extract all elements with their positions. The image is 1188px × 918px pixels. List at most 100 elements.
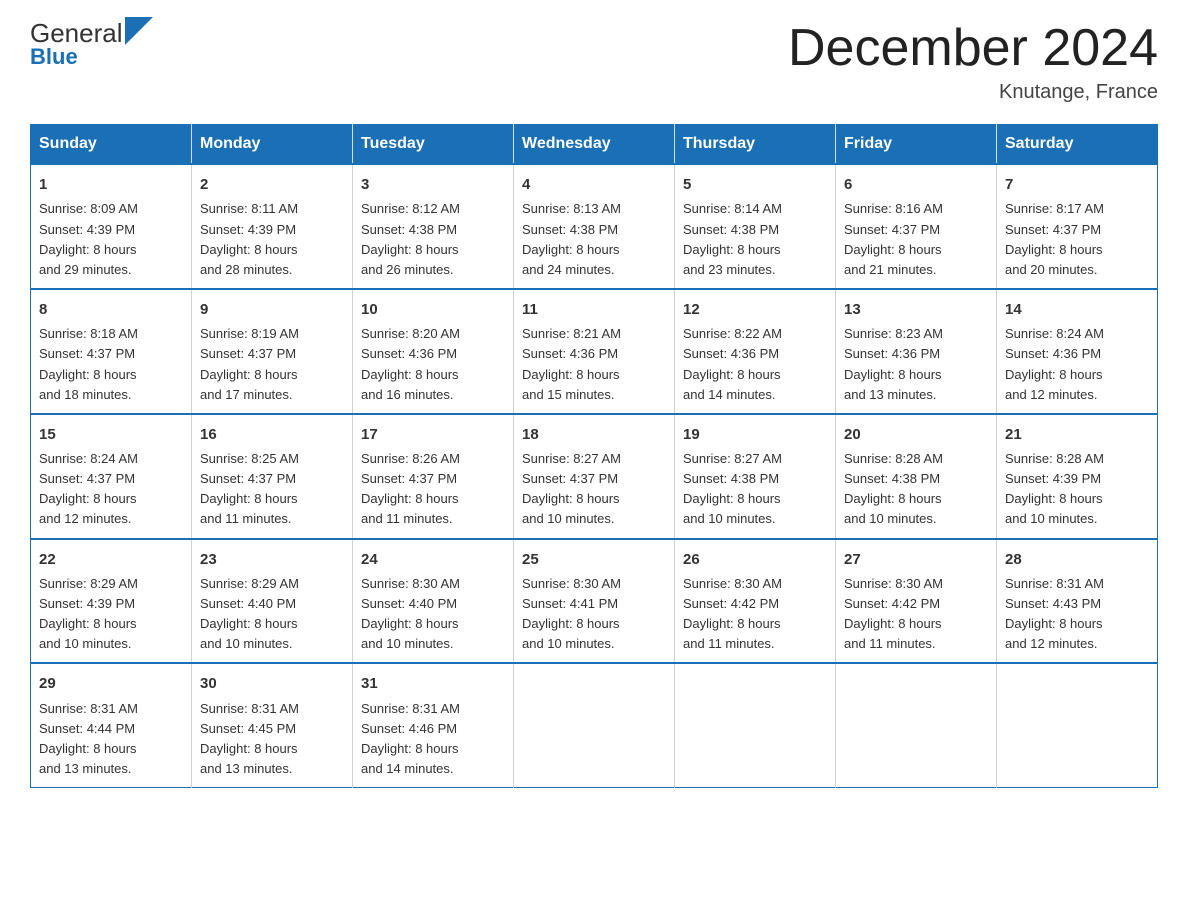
calendar-cell: 30 Sunrise: 8:31 AMSunset: 4:45 PMDayligh… xyxy=(192,663,353,787)
day-info: Sunrise: 8:29 AMSunset: 4:39 PMDaylight:… xyxy=(39,574,183,655)
weekday-header-wednesday: Wednesday xyxy=(514,125,675,165)
logo-icon xyxy=(125,17,153,45)
calendar-cell: 17 Sunrise: 8:26 AMSunset: 4:37 PMDayligh… xyxy=(353,414,514,539)
day-number: 8 xyxy=(39,298,183,321)
day-number: 24 xyxy=(361,548,505,571)
day-info: Sunrise: 8:27 AMSunset: 4:37 PMDaylight:… xyxy=(522,449,666,530)
calendar-week-row: 8 Sunrise: 8:18 AMSunset: 4:37 PMDaylight… xyxy=(31,289,1158,414)
calendar-cell: 13 Sunrise: 8:23 AMSunset: 4:36 PMDayligh… xyxy=(836,289,997,414)
weekday-row: SundayMondayTuesdayWednesdayThursdayFrid… xyxy=(31,125,1158,165)
calendar-cell: 23Sunrise: 8:29 AMSunset: 4:40 PMDayligh… xyxy=(192,539,353,664)
day-info: Sunrise: 8:31 AMSunset: 4:43 PMDaylight:… xyxy=(1005,574,1149,655)
day-info: Sunrise: 8:23 AMSunset: 4:36 PMDaylight:… xyxy=(844,324,988,405)
calendar-cell: 7Sunrise: 8:17 AMSunset: 4:37 PMDaylight… xyxy=(997,164,1158,289)
day-number: 30 xyxy=(200,672,344,695)
day-info: Sunrise: 8:24 AMSunset: 4:37 PMDaylight:… xyxy=(39,449,183,530)
day-info: Sunrise: 8:11 AMSunset: 4:39 PMDaylight:… xyxy=(200,199,344,280)
day-number: 21 xyxy=(1005,423,1149,446)
day-info: Sunrise: 8:30 AMSunset: 4:42 PMDaylight:… xyxy=(683,574,827,655)
calendar-cell xyxy=(514,663,675,787)
day-number: 22 xyxy=(39,548,183,571)
day-number: 9 xyxy=(200,298,344,321)
day-number: 27 xyxy=(844,548,988,571)
calendar-cell: 24 Sunrise: 8:30 AMSunset: 4:40 PMDayligh… xyxy=(353,539,514,664)
logo: General Blue xyxy=(30,20,153,70)
weekday-header-thursday: Thursday xyxy=(675,125,836,165)
day-info: Sunrise: 8:21 AMSunset: 4:36 PMDaylight:… xyxy=(522,324,666,405)
day-info: Sunrise: 8:29 AMSunset: 4:40 PMDaylight:… xyxy=(200,574,344,655)
calendar-cell xyxy=(836,663,997,787)
page-header: General Blue December 2024 Knutange, Fra… xyxy=(30,20,1158,104)
calendar-week-row: 22 Sunrise: 8:29 AMSunset: 4:39 PMDayligh… xyxy=(31,539,1158,664)
weekday-header-tuesday: Tuesday xyxy=(353,125,514,165)
day-number: 2 xyxy=(200,173,344,196)
day-info: Sunrise: 8:19 AMSunset: 4:37 PMDaylight:… xyxy=(200,324,344,405)
day-number: 28 xyxy=(1005,548,1149,571)
day-info: Sunrise: 8:14 AMSunset: 4:38 PMDaylight:… xyxy=(683,199,827,280)
calendar-week-row: 1 Sunrise: 8:09 AMSunset: 4:39 PMDaylight… xyxy=(31,164,1158,289)
day-number: 13 xyxy=(844,298,988,321)
day-number: 20 xyxy=(844,423,988,446)
calendar-week-row: 15 Sunrise: 8:24 AMSunset: 4:37 PMDayligh… xyxy=(31,414,1158,539)
logo-general-text: General xyxy=(30,20,123,46)
calendar-cell: 22 Sunrise: 8:29 AMSunset: 4:39 PMDayligh… xyxy=(31,539,192,664)
day-number: 19 xyxy=(683,423,827,446)
weekday-header-friday: Friday xyxy=(836,125,997,165)
day-info: Sunrise: 8:31 AMSunset: 4:44 PMDaylight:… xyxy=(39,699,183,780)
day-info: Sunrise: 8:18 AMSunset: 4:37 PMDaylight:… xyxy=(39,324,183,405)
calendar-cell: 18 Sunrise: 8:27 AMSunset: 4:37 PMDayligh… xyxy=(514,414,675,539)
day-number: 6 xyxy=(844,173,988,196)
day-info: Sunrise: 8:16 AMSunset: 4:37 PMDaylight:… xyxy=(844,199,988,280)
calendar-cell: 9 Sunrise: 8:19 AMSunset: 4:37 PMDaylight… xyxy=(192,289,353,414)
calendar-header: SundayMondayTuesdayWednesdayThursdayFrid… xyxy=(31,125,1158,165)
calendar-cell: 26Sunrise: 8:30 AMSunset: 4:42 PMDayligh… xyxy=(675,539,836,664)
day-info: Sunrise: 8:22 AMSunset: 4:36 PMDaylight:… xyxy=(683,324,827,405)
day-info: Sunrise: 8:24 AMSunset: 4:36 PMDaylight:… xyxy=(1005,324,1149,405)
day-number: 5 xyxy=(683,173,827,196)
calendar-body: 1 Sunrise: 8:09 AMSunset: 4:39 PMDaylight… xyxy=(31,164,1158,788)
weekday-header-saturday: Saturday xyxy=(997,125,1158,165)
calendar-cell: 27 Sunrise: 8:30 AMSunset: 4:42 PMDayligh… xyxy=(836,539,997,664)
calendar-cell: 20 Sunrise: 8:28 AMSunset: 4:38 PMDayligh… xyxy=(836,414,997,539)
weekday-header-monday: Monday xyxy=(192,125,353,165)
calendar-cell xyxy=(997,663,1158,787)
calendar-cell: 5 Sunrise: 8:14 AMSunset: 4:38 PMDaylight… xyxy=(675,164,836,289)
calendar-cell: 8 Sunrise: 8:18 AMSunset: 4:37 PMDaylight… xyxy=(31,289,192,414)
calendar-cell xyxy=(675,663,836,787)
day-number: 1 xyxy=(39,173,183,196)
calendar-cell: 4Sunrise: 8:13 AMSunset: 4:38 PMDaylight… xyxy=(514,164,675,289)
day-info: Sunrise: 8:30 AMSunset: 4:41 PMDaylight:… xyxy=(522,574,666,655)
day-info: Sunrise: 8:27 AMSunset: 4:38 PMDaylight:… xyxy=(683,449,827,530)
day-info: Sunrise: 8:26 AMSunset: 4:37 PMDaylight:… xyxy=(361,449,505,530)
day-info: Sunrise: 8:31 AMSunset: 4:46 PMDaylight:… xyxy=(361,699,505,780)
calendar-cell: 2 Sunrise: 8:11 AMSunset: 4:39 PMDaylight… xyxy=(192,164,353,289)
day-info: Sunrise: 8:20 AMSunset: 4:36 PMDaylight:… xyxy=(361,324,505,405)
calendar-cell: 6 Sunrise: 8:16 AMSunset: 4:37 PMDaylight… xyxy=(836,164,997,289)
calendar-cell: 1 Sunrise: 8:09 AMSunset: 4:39 PMDaylight… xyxy=(31,164,192,289)
calendar-table: SundayMondayTuesdayWednesdayThursdayFrid… xyxy=(30,124,1158,788)
calendar-cell: 15 Sunrise: 8:24 AMSunset: 4:37 PMDayligh… xyxy=(31,414,192,539)
day-info: Sunrise: 8:09 AMSunset: 4:39 PMDaylight:… xyxy=(39,199,183,280)
day-info: Sunrise: 8:12 AMSunset: 4:38 PMDaylight:… xyxy=(361,199,505,280)
day-info: Sunrise: 8:25 AMSunset: 4:37 PMDaylight:… xyxy=(200,449,344,530)
day-info: Sunrise: 8:28 AMSunset: 4:39 PMDaylight:… xyxy=(1005,449,1149,530)
day-number: 18 xyxy=(522,423,666,446)
day-info: Sunrise: 8:30 AMSunset: 4:42 PMDaylight:… xyxy=(844,574,988,655)
day-info: Sunrise: 8:28 AMSunset: 4:38 PMDaylight:… xyxy=(844,449,988,530)
calendar-cell: 10 Sunrise: 8:20 AMSunset: 4:36 PMDayligh… xyxy=(353,289,514,414)
day-number: 12 xyxy=(683,298,827,321)
day-info: Sunrise: 8:30 AMSunset: 4:40 PMDaylight:… xyxy=(361,574,505,655)
day-number: 15 xyxy=(39,423,183,446)
day-number: 16 xyxy=(200,423,344,446)
calendar-cell: 3Sunrise: 8:12 AMSunset: 4:38 PMDaylight… xyxy=(353,164,514,289)
calendar-cell: 28 Sunrise: 8:31 AMSunset: 4:43 PMDayligh… xyxy=(997,539,1158,664)
calendar-cell: 21 Sunrise: 8:28 AMSunset: 4:39 PMDayligh… xyxy=(997,414,1158,539)
day-number: 10 xyxy=(361,298,505,321)
day-number: 17 xyxy=(361,423,505,446)
title-block: December 2024 Knutange, France xyxy=(788,20,1158,104)
calendar-cell: 31 Sunrise: 8:31 AMSunset: 4:46 PMDayligh… xyxy=(353,663,514,787)
day-number: 11 xyxy=(522,298,666,321)
day-info: Sunrise: 8:31 AMSunset: 4:45 PMDaylight:… xyxy=(200,699,344,780)
day-number: 31 xyxy=(361,672,505,695)
calendar-cell: 25Sunrise: 8:30 AMSunset: 4:41 PMDayligh… xyxy=(514,539,675,664)
